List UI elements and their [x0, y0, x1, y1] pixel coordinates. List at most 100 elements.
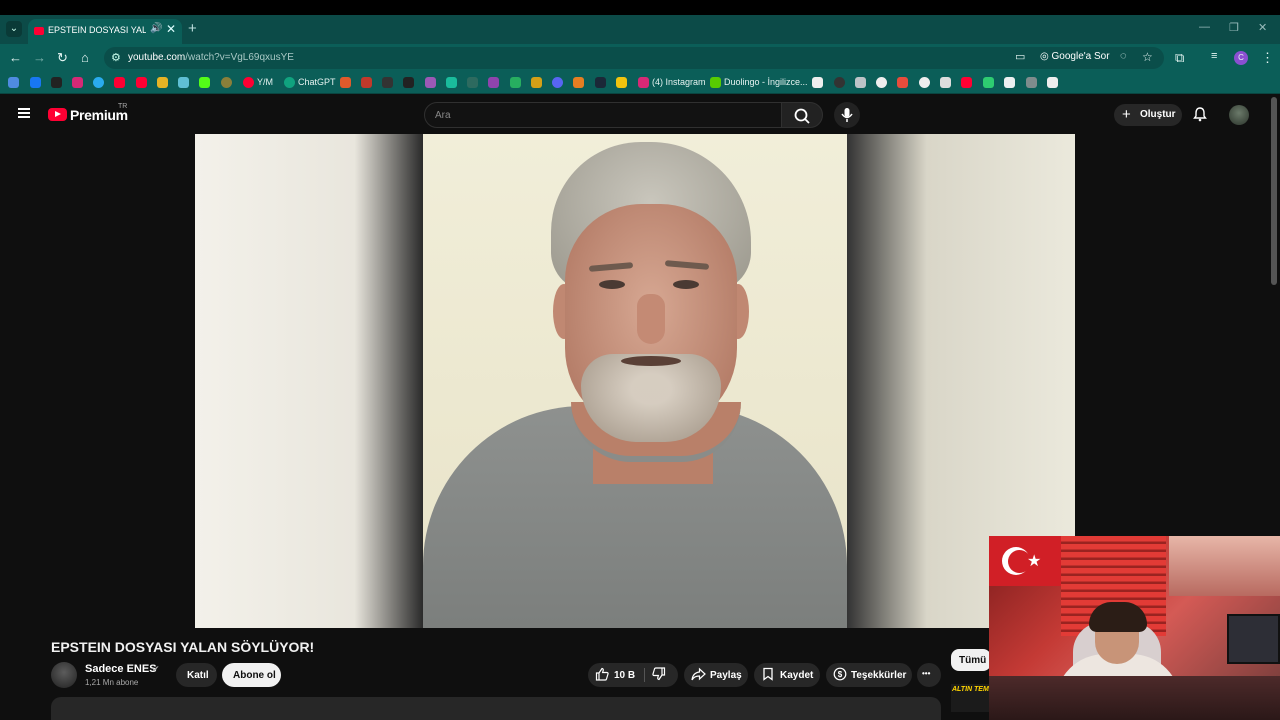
reload-icon[interactable]: ↻ [57, 50, 68, 66]
bookmark-site-15-icon[interactable] [812, 77, 823, 88]
like-button[interactable] [595, 667, 609, 684]
bookmark-site-5-icon[interactable] [382, 77, 393, 88]
bookmark-site-21-icon[interactable] [940, 77, 951, 88]
page-scrollbar[interactable] [1271, 97, 1277, 285]
bookmark-chatgpt-label[interactable]: ChatGPT [298, 77, 336, 87]
back-arrow-icon[interactable]: ← [9, 50, 22, 65]
join-button[interactable]: Katıl [176, 663, 217, 687]
more-dots-icon: ••• [922, 669, 931, 678]
google-ask-button[interactable]: ◎ Google'a Sor [1040, 51, 1110, 62]
portrait-eye-left [599, 280, 625, 289]
media-controls-icon[interactable]: ≡ [1211, 50, 1217, 62]
portrait-nose [637, 294, 665, 344]
site-info-icon[interactable]: ⚙ [111, 51, 121, 64]
dislike-button[interactable] [652, 667, 666, 684]
bookmark-telegram-icon[interactable] [93, 77, 104, 88]
tab-close-icon[interactable]: ✕ [166, 22, 176, 36]
video-player[interactable] [195, 134, 1075, 628]
channel-avatar[interactable] [51, 662, 77, 688]
subscribe-button[interactable]: Abone ol [222, 663, 281, 687]
bookmark-youtube-icon[interactable] [114, 77, 125, 88]
bookmark-site-8-icon[interactable] [446, 77, 457, 88]
browser-tab-active[interactable]: EPSTEIN DOSYASI YALAN SÖYLÜYOR! - YouTub… [28, 19, 182, 44]
streamer-webcam-overlay: ★ [989, 536, 1280, 720]
eye-hidden-icon[interactable]: ◌ [1120, 50, 1127, 62]
bookmark-site-icon[interactable] [157, 77, 168, 88]
bookmark-ym-icon[interactable] [243, 77, 254, 88]
save-button[interactable]: Kaydet [754, 663, 820, 687]
bookmark-site-16-icon[interactable] [834, 77, 845, 88]
bookmark-site-10-icon[interactable] [488, 77, 499, 88]
search-input[interactable]: Ara [424, 102, 782, 128]
bookmark-duolingo-label[interactable]: Duolingo - İngilizce... [724, 77, 808, 87]
profile-avatar-icon[interactable]: C [1234, 51, 1248, 65]
bookmark-steam-icon[interactable] [595, 77, 606, 88]
search-icon [794, 108, 810, 124]
forward-arrow-icon[interactable]: → [33, 50, 46, 65]
related-chip-all[interactable]: Tümü [951, 649, 991, 671]
bookmark-x-icon[interactable] [51, 77, 62, 88]
bookmark-instagram-icon[interactable] [72, 77, 83, 88]
thanks-button[interactable]: $ Teşekkürler [826, 663, 912, 687]
bookmark-instagram-label[interactable]: (4) Instagram [652, 77, 706, 87]
bookmark-site-12-icon[interactable] [531, 77, 542, 88]
bookmark-discord-icon[interactable] [552, 77, 563, 88]
restore-window-button[interactable]: ❐ [1229, 21, 1239, 34]
bookmark-site-20-icon[interactable] [919, 77, 930, 88]
search-button[interactable] [781, 102, 823, 128]
bookmark-duolingo-icon[interactable] [710, 77, 721, 88]
related-video-thumbnail[interactable]: ALTIN TEMA [951, 684, 994, 712]
menu-hamburger-icon[interactable] [18, 108, 30, 118]
bookmark-instagram-2-icon[interactable] [638, 77, 649, 88]
notifications-bell-icon[interactable] [1192, 106, 1208, 125]
bookmark-site-19-icon[interactable] [897, 77, 908, 88]
voice-search-button[interactable] [834, 102, 860, 128]
address-bar[interactable]: ⚙ youtube.com/watch?v=VgL69qxusYE ▭ ◎ Go… [104, 47, 1164, 69]
bookmark-youtube-2-icon[interactable] [136, 77, 147, 88]
minimize-window-button[interactable]: — [1199, 21, 1210, 33]
webcam-person-hair [1089, 602, 1147, 632]
new-tab-button[interactable]: + [188, 20, 197, 37]
bookmark-site-6-icon[interactable] [403, 77, 414, 88]
extensions-icon[interactable]: ⧉ [1175, 50, 1184, 66]
bookmark-facebook-icon[interactable] [30, 77, 41, 88]
bookmark-site-14-icon[interactable] [616, 77, 627, 88]
description-box[interactable] [51, 697, 941, 720]
bookmark-site-2-icon[interactable] [178, 77, 189, 88]
share-button[interactable]: Paylaş [684, 663, 748, 687]
bookmark-site-11-icon[interactable] [510, 77, 521, 88]
account-avatar[interactable] [1229, 105, 1249, 125]
bookmark-shield-icon[interactable] [983, 77, 994, 88]
bookmark-site-18-icon[interactable] [876, 77, 887, 88]
more-actions-button[interactable]: ••• [917, 663, 941, 687]
bookmark-kick-icon[interactable] [199, 77, 210, 88]
bookmark-ym-label[interactable]: Y/M [257, 77, 273, 87]
bookmark-site-24-icon[interactable] [1047, 77, 1058, 88]
speaker-icon[interactable]: 🔊 [150, 23, 162, 34]
bookmark-apps-icon[interactable] [8, 77, 19, 88]
channel-name[interactable]: Sadece ENES [85, 663, 157, 675]
tab-title: EPSTEIN DOSYASI YALAN SÖYLÜYOR! - YouTub… [48, 25, 146, 35]
bookmark-site-23-icon[interactable] [1026, 77, 1037, 88]
bookmark-youtube-3-icon[interactable] [961, 77, 972, 88]
youtube-logo-icon[interactable] [48, 108, 67, 121]
bookmark-site-22-icon[interactable] [1004, 77, 1015, 88]
cast-icon[interactable]: ▭ [1015, 50, 1025, 63]
bookmark-site-7-icon[interactable] [425, 77, 436, 88]
create-button[interactable]: + Oluştur [1114, 104, 1182, 126]
tab-search-button[interactable]: ⌄ [6, 21, 22, 37]
bookmark-site-3-icon[interactable] [221, 77, 232, 88]
bookmark-chatgpt-icon[interactable] [284, 77, 295, 88]
video-blurred-left [195, 134, 423, 628]
browser-menu-icon[interactable]: ⋮ [1261, 50, 1274, 66]
turkish-flag: ★ [989, 536, 1061, 586]
home-icon[interactable]: ⌂ [81, 50, 89, 65]
bookmark-site-17-icon[interactable] [855, 77, 866, 88]
bookmark-site-9-icon[interactable] [467, 77, 478, 88]
bookmark-site-4-icon[interactable] [361, 77, 372, 88]
bookmark-chart-icon[interactable] [340, 77, 351, 88]
bookmark-star-icon[interactable]: ☆ [1142, 50, 1153, 64]
bookmark-site-13-icon[interactable] [573, 77, 584, 88]
like-dislike-group: 10 B [588, 663, 678, 687]
close-window-button[interactable]: ✕ [1258, 21, 1267, 34]
